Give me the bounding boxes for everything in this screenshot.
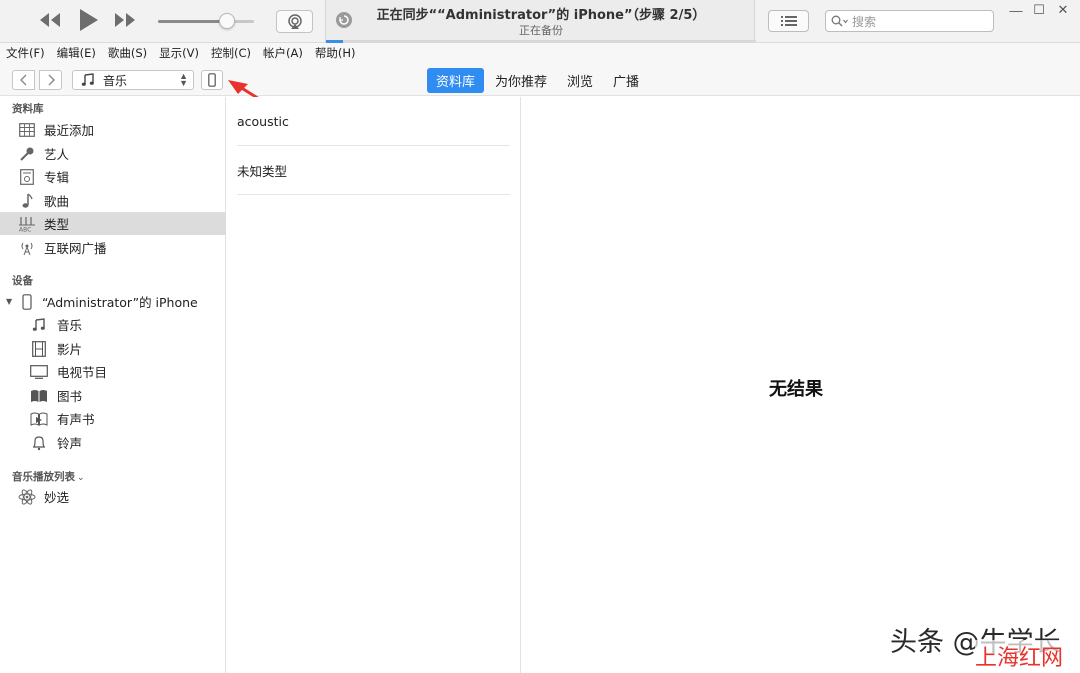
disclosure-triangle-icon[interactable]: ▼ — [6, 297, 18, 306]
sidebar-item-label: 音乐 — [57, 318, 83, 333]
chevron-left-icon — [19, 74, 26, 86]
microphone-icon — [18, 145, 36, 163]
title-bar: 正在同步““Administrator”的 iPhone”（步骤 2/5） 正在… — [0, 0, 1080, 43]
volume-level — [158, 20, 228, 23]
volume-knob[interactable] — [219, 13, 236, 29]
menu-file[interactable]: 文件(F) — [6, 45, 45, 61]
menu-edit[interactable]: 编辑(E) — [57, 45, 96, 61]
volume-slider[interactable] — [158, 20, 254, 23]
media-kind-label: 音乐 — [103, 73, 128, 88]
atom-icon — [18, 488, 36, 506]
tv-icon — [30, 363, 48, 381]
sidebar-item-label: 妙选 — [44, 490, 70, 505]
forward-button[interactable] — [39, 70, 62, 90]
airplay-button[interactable] — [276, 10, 313, 33]
devices-section-header: 设备 — [12, 275, 33, 287]
book-icon — [30, 387, 48, 405]
status-display: 正在同步““Administrator”的 iPhone”（步骤 2/5） 正在… — [325, 0, 756, 43]
navigation-bar: 音乐 ▲ ▼ 资料库 为你推荐 浏览 广播 — [0, 63, 1080, 96]
minimize-button[interactable]: — — [1005, 2, 1027, 18]
list-icon — [780, 16, 797, 26]
menu-bar: 文件(F) 编辑(E) 歌曲(S) 显示(V) 控制(C) 帐户(A) 帮助(H… — [0, 43, 1080, 63]
sidebar-item-label: 最近添加 — [44, 123, 95, 138]
tab-library[interactable]: 资料库 — [427, 68, 485, 93]
previous-track-icon[interactable] — [38, 9, 62, 31]
menu-help[interactable]: 帮助(H) — [315, 45, 356, 61]
music-note-icon — [30, 316, 48, 334]
sidebar-item-device[interactable]: ▼ “Administrator”的 iPhone — [0, 290, 226, 313]
sidebar-item-device-ringtones[interactable]: 铃声 — [0, 431, 226, 454]
sidebar: 资料库 最近添加 艺人 专辑 歌曲 ABC 类型 互联网广播 设备 ▼ “Adm… — [0, 97, 226, 673]
sync-status-title: 正在同步““Administrator”的 iPhone”（步骤 2/5） — [376, 8, 706, 23]
sidebar-item-artists[interactable]: 艺人 — [0, 142, 226, 165]
sidebar-item-device-audiobooks[interactable]: 有声书 — [0, 407, 226, 430]
search-icon — [831, 15, 848, 27]
search-placeholder: 搜索 — [852, 14, 877, 29]
close-button[interactable]: ✕ — [1052, 2, 1074, 18]
sidebar-item-label: 电视节目 — [57, 365, 108, 380]
tab-radio[interactable]: 广播 — [604, 68, 648, 93]
menu-account[interactable]: 帐户(A) — [263, 45, 303, 61]
album-icon — [18, 168, 36, 186]
sidebar-item-label: 有声书 — [57, 412, 95, 427]
radio-antenna-icon — [18, 239, 36, 257]
sidebar-item-songs[interactable]: 歌曲 — [0, 189, 226, 212]
maximize-button[interactable]: ☐ — [1028, 2, 1050, 18]
list-item[interactable]: acoustic — [237, 97, 510, 146]
chevron-right-icon — [48, 74, 55, 86]
search-input[interactable]: 搜索 — [825, 10, 994, 32]
menu-controls[interactable]: 控制(C) — [211, 45, 251, 61]
up-next-list-button[interactable] — [768, 10, 809, 32]
playlists-section-label: 音乐播放列表 — [12, 471, 75, 483]
sidebar-item-recently-added[interactable]: 最近添加 — [0, 118, 226, 141]
iphone-icon — [208, 73, 216, 87]
sidebar-item-label: 艺人 — [44, 147, 70, 162]
sidebar-item-internet-radio[interactable]: 互联网广播 — [0, 236, 226, 259]
sidebar-item-label: 互联网广播 — [44, 241, 107, 256]
grid-icon — [18, 121, 36, 139]
media-kind-select[interactable]: 音乐 ▲ ▼ — [72, 70, 194, 90]
audiobook-icon — [30, 410, 48, 428]
sidebar-item-albums[interactable]: 专辑 — [0, 165, 226, 188]
list-item[interactable]: 未知类型 — [237, 146, 510, 195]
film-icon — [30, 340, 48, 358]
sidebar-item-label: 铃声 — [57, 436, 83, 451]
device-name: “Administrator”的 iPhone — [42, 295, 198, 310]
view-tabs: 资料库 为你推荐 浏览 广播 — [427, 68, 650, 93]
genre-list: acoustic 未知类型 — [227, 97, 521, 673]
sidebar-item-genres[interactable]: ABC 类型 — [0, 212, 226, 235]
device-button[interactable] — [201, 70, 223, 90]
tab-browse[interactable]: 浏览 — [558, 68, 602, 93]
tab-for-you[interactable]: 为你推荐 — [486, 68, 556, 93]
sidebar-item-label: 类型 — [44, 217, 70, 232]
play-icon[interactable] — [76, 7, 100, 33]
music-note-icon — [18, 192, 36, 210]
iphone-icon — [18, 293, 36, 311]
sidebar-item-device-movies[interactable]: 影片 — [0, 337, 226, 360]
next-track-icon[interactable] — [113, 9, 137, 31]
sidebar-item-label: 专辑 — [44, 170, 70, 185]
airplay-icon — [287, 13, 302, 29]
sidebar-item-label: 影片 — [57, 342, 83, 357]
watermark-secondary: 上海红网 — [975, 640, 1064, 672]
sync-status-subtitle: 正在备份 — [519, 24, 563, 37]
select-arrows-icon: ▲ ▼ — [179, 71, 188, 88]
library-section-header: 资料库 — [12, 103, 44, 115]
playlists-section-header[interactable]: 音乐播放列表 ⌄ — [12, 469, 85, 484]
sidebar-item-device-books[interactable]: 图书 — [0, 384, 226, 407]
menu-view[interactable]: 显示(V) — [159, 45, 199, 61]
sidebar-item-device-music[interactable]: 音乐 — [0, 313, 226, 336]
sidebar-item-label: 图书 — [57, 389, 83, 404]
chevron-down-icon: ⌄ — [77, 473, 85, 483]
sidebar-item-genius[interactable]: 妙选 — [0, 485, 226, 508]
music-note-icon — [81, 73, 94, 86]
no-results-text: 无结果 — [769, 379, 823, 400]
sidebar-item-label: 歌曲 — [44, 194, 70, 209]
menu-song[interactable]: 歌曲(S) — [108, 45, 147, 61]
svg-text:ABC: ABC — [19, 226, 31, 232]
back-button[interactable] — [12, 70, 35, 90]
sidebar-item-device-tv[interactable]: 电视节目 — [0, 360, 226, 383]
bell-icon — [30, 434, 48, 452]
genre-icon: ABC — [18, 215, 36, 233]
